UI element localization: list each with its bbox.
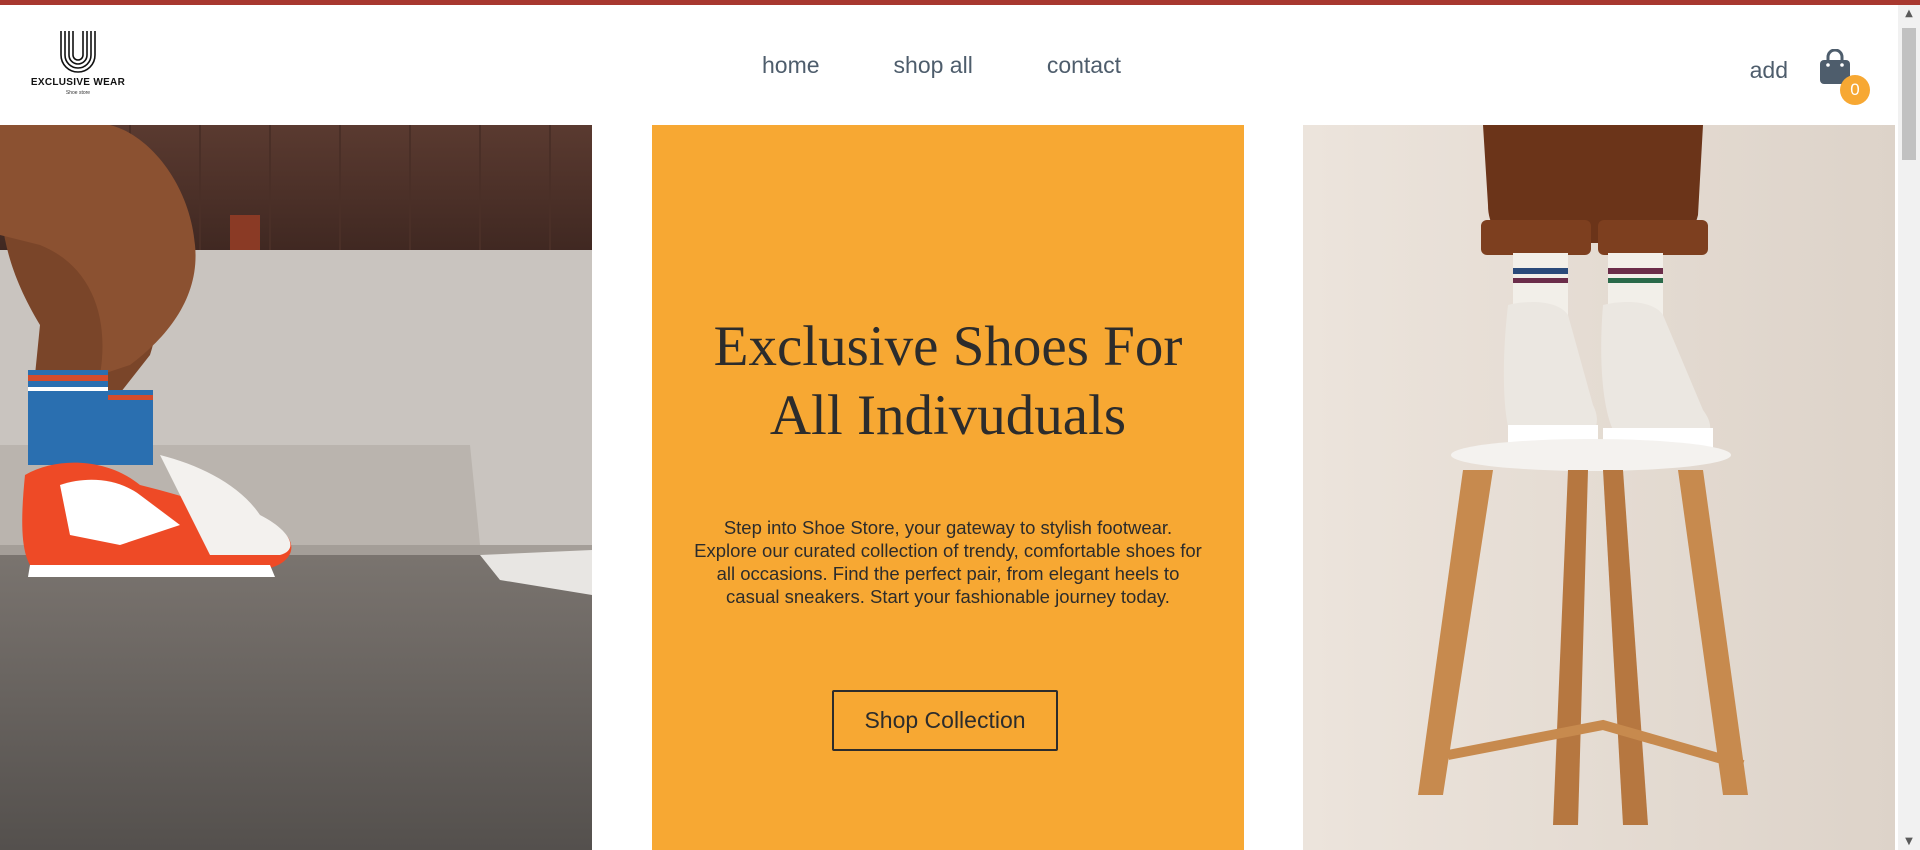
u-monogram-icon xyxy=(60,31,96,73)
nav-shop-all[interactable]: shop all xyxy=(894,52,973,79)
hero-title: Exclusive Shoes For All Indivuduals xyxy=(652,312,1244,450)
hero-section: Exclusive Shoes For All Indivuduals Step… xyxy=(0,125,1898,850)
hero-title-line1: Exclusive Shoes For xyxy=(713,315,1183,378)
sneakers-photo xyxy=(0,125,592,850)
add-link[interactable]: add xyxy=(1750,57,1788,84)
hero-image-right xyxy=(1303,125,1895,850)
main-nav: home shop all contact xyxy=(762,52,1195,79)
brand-logo[interactable]: EXCLUSIVE WEAR Shoe store xyxy=(28,29,128,109)
page-scrollbar[interactable]: ▲ ▼ xyxy=(1898,5,1920,850)
hero-image-left xyxy=(0,125,592,850)
page: EXCLUSIVE WEAR Shoe store home shop all … xyxy=(0,0,1920,850)
brand-tagline: Shoe store xyxy=(65,90,91,96)
cart-count-badge: 0 xyxy=(1840,75,1870,105)
stool-sneakers-photo xyxy=(1303,125,1895,850)
hero-description: Step into Shoe Store, your gateway to st… xyxy=(694,517,1202,607)
scroll-down-arrow-icon[interactable]: ▼ xyxy=(1898,833,1920,850)
brand-name: EXCLUSIVE WEAR xyxy=(30,77,126,88)
header-actions: add 0 xyxy=(1750,43,1870,105)
nav-home[interactable]: home xyxy=(762,52,820,79)
hero-title-line2: All Indivuduals xyxy=(769,384,1127,447)
hero-promo-panel: Exclusive Shoes For All Indivuduals Step… xyxy=(652,125,1244,850)
nav-contact[interactable]: contact xyxy=(1047,52,1121,79)
scroll-up-arrow-icon[interactable]: ▲ xyxy=(1898,5,1920,22)
site-header: EXCLUSIVE WEAR Shoe store home shop all … xyxy=(0,5,1898,125)
scroll-thumb[interactable] xyxy=(1902,28,1916,160)
cart-button[interactable]: 0 xyxy=(1816,43,1870,105)
shop-collection-button[interactable]: Shop Collection xyxy=(832,690,1058,751)
